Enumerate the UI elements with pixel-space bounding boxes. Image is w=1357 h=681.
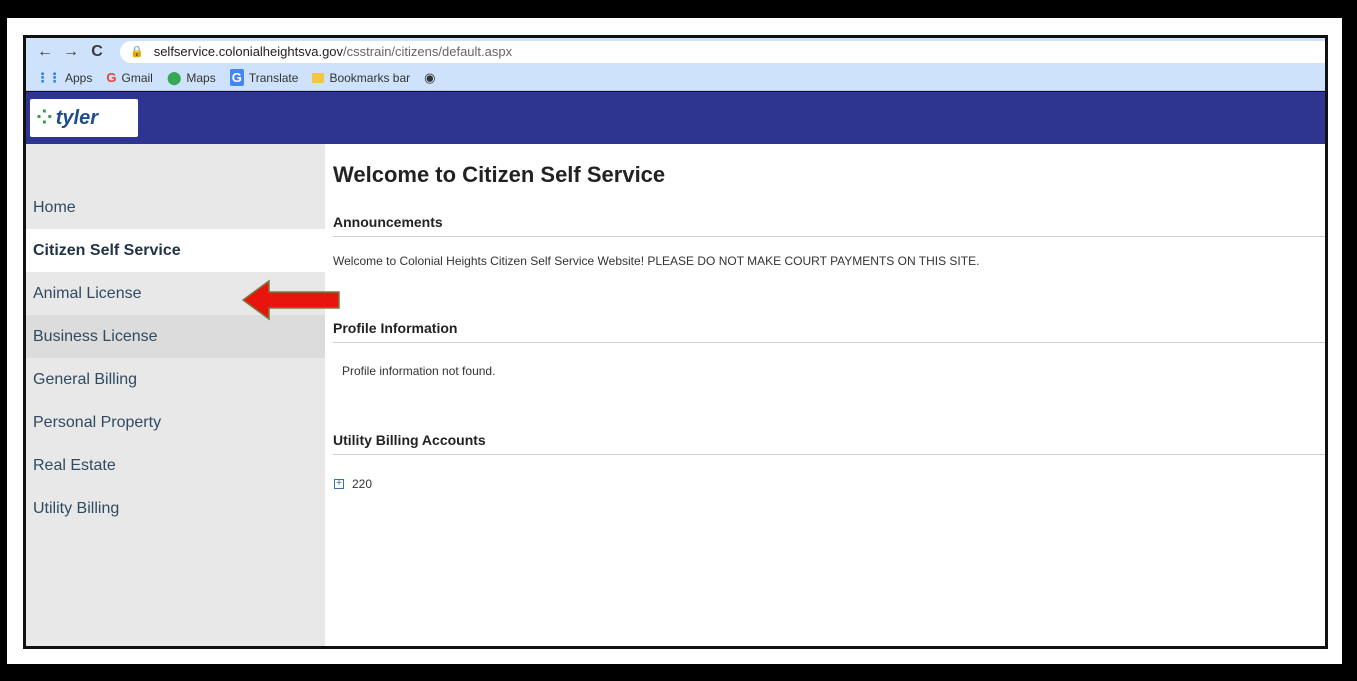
maps-pin-icon: ⬤ <box>166 69 182 85</box>
utility-account-row[interactable]: + 220 <box>334 477 372 491</box>
sidebar-item-general-billing[interactable]: General Billing <box>26 358 325 401</box>
forward-arrow-icon[interactable]: → <box>60 38 82 65</box>
main-content: Welcome to Citizen Self Service Announce… <box>325 144 1325 646</box>
sidebar-item-real-estate[interactable]: Real Estate <box>26 444 325 487</box>
url-host: selfservice.colonialheightsva.gov <box>153 44 344 59</box>
expand-plus-icon[interactable]: + <box>334 479 344 489</box>
profile-text: Profile information not found. <box>342 364 496 378</box>
utility-account-number: 220 <box>352 477 373 491</box>
sidebar-item-personal-property[interactable]: Personal Property <box>26 401 325 444</box>
globe-icon: ◉ <box>424 69 436 85</box>
red-arrow-icon <box>241 279 340 321</box>
bookmark-translate[interactable]: G Translate <box>229 69 298 86</box>
sidebar-item-citizen-self-service[interactable]: Citizen Self Service <box>26 229 325 272</box>
address-bar-row: ← → C 🔒 selfservice.colonialheightsva.go… <box>26 38 1325 65</box>
bookmark-apps[interactable]: ⋮⋮ Apps <box>36 70 92 86</box>
translate-icon: G <box>229 69 244 86</box>
utility-accounts-heading: Utility Billing Accounts <box>333 432 1325 455</box>
browser-window: ← → C 🔒 selfservice.colonialheightsva.go… <box>23 35 1328 649</box>
profile-heading: Profile Information <box>333 320 1325 343</box>
app-header: ⁘ tyler <box>26 92 1325 144</box>
url-bar[interactable]: 🔒 selfservice.colonialheightsva.gov/csst… <box>120 40 1325 63</box>
lock-icon: 🔒 <box>130 46 144 58</box>
tyler-logo-mark-icon: ⁘ <box>36 107 53 129</box>
apps-grid-icon: ⋮⋮ <box>36 69 61 85</box>
announcements-heading: Announcements <box>333 214 1325 237</box>
url-path: /csstrain/citizens/default.aspx <box>343 44 513 59</box>
bookmark-folder[interactable]: Bookmarks bar <box>312 71 410 85</box>
sidebar: Home Citizen Self Service Animal License… <box>26 144 325 646</box>
sidebar-item-business-license[interactable]: Business License <box>26 315 325 358</box>
bookmark-gmail[interactable]: G Gmail <box>106 70 152 85</box>
tyler-logo[interactable]: ⁘ tyler <box>30 99 138 137</box>
announcement-text: Welcome to Colonial Heights Citizen Self… <box>333 254 980 268</box>
screenshot-frame: ← → C 🔒 selfservice.colonialheightsva.go… <box>7 18 1342 664</box>
folder-icon <box>312 72 325 83</box>
sidebar-item-utility-billing[interactable]: Utility Billing <box>26 487 325 530</box>
sidebar-item-home[interactable]: Home <box>26 186 325 229</box>
page-title: Welcome to Citizen Self Service <box>333 162 666 187</box>
bookmarks-bar: ⋮⋮ Apps G Gmail ⬤ Maps G Translate Bookmarks… <box>26 65 1325 91</box>
bookmark-globe[interactable]: ◉ <box>424 70 440 86</box>
google-icon: G <box>106 70 117 85</box>
bookmark-maps[interactable]: ⬤ Maps <box>167 70 216 86</box>
reload-icon[interactable]: C <box>86 38 108 65</box>
back-arrow-icon[interactable]: ← <box>34 38 56 65</box>
